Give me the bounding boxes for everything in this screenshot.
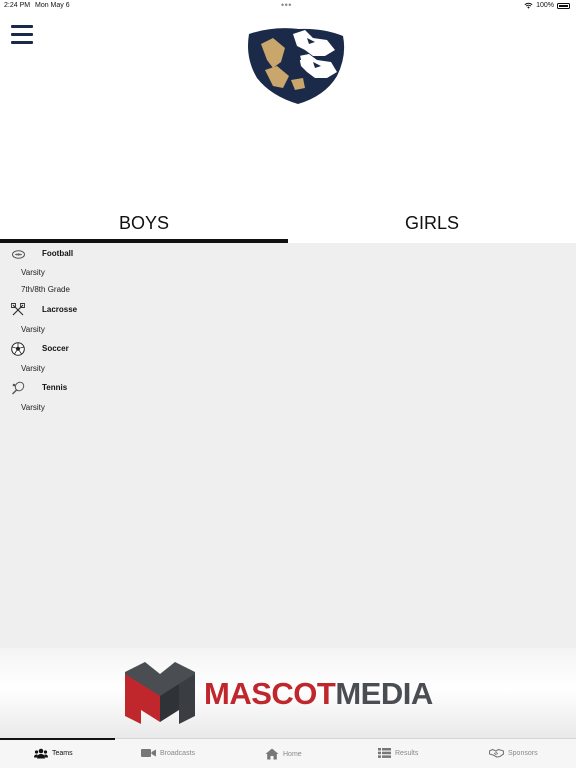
multitasking-dots[interactable]: •••	[281, 0, 292, 10]
status-right: 100%	[524, 2, 570, 9]
list-icon	[378, 748, 391, 758]
battery-icon	[557, 2, 570, 9]
sport-label: Soccer	[42, 344, 69, 353]
sport-row-lacrosse[interactable]: Lacrosse	[0, 300, 77, 320]
status-date: Mon May 6	[35, 2, 70, 9]
football-icon	[11, 247, 25, 261]
sport-label: Lacrosse	[42, 305, 78, 314]
lacrosse-icon	[11, 303, 25, 317]
team-row-football-varsity[interactable]: Varsity	[21, 268, 45, 277]
nav-sponsors[interactable]: Sponsors	[489, 748, 538, 758]
team-row-football-7th-8th[interactable]: 7th/8th Grade	[21, 285, 70, 294]
battery-percent: 100%	[536, 2, 554, 9]
wifi-icon	[524, 2, 533, 9]
team-row-lacrosse-varsity[interactable]: Varsity	[21, 325, 45, 334]
nav-home[interactable]: Home	[265, 748, 302, 760]
home-icon	[265, 748, 279, 760]
tennis-racket-icon	[11, 381, 25, 395]
nav-sponsors-label: Sponsors	[508, 749, 538, 757]
status-time: 2:24 PM	[4, 2, 31, 9]
nav-results[interactable]: Results	[378, 748, 418, 758]
nav-broadcasts-label: Broadcasts	[160, 749, 196, 757]
school-logo	[248, 28, 345, 105]
mascot-media-logo-icon	[125, 662, 195, 724]
bottom-tab-bar: Teams Broadcasts Home Results Sponsors	[0, 738, 576, 768]
sport-row-tennis[interactable]: Tennis	[0, 378, 67, 398]
tab-girls[interactable]: GIRLS	[288, 208, 576, 243]
handshake-icon	[489, 748, 504, 758]
menu-button[interactable]	[11, 25, 33, 45]
nav-home-label: Home	[283, 750, 302, 758]
sport-label: Tennis	[42, 383, 68, 392]
sport-row-soccer[interactable]: Soccer	[0, 339, 69, 359]
video-camera-icon	[141, 749, 156, 757]
tab-boys[interactable]: BOYS	[0, 208, 288, 243]
media-word: MEDIA	[335, 676, 433, 711]
sport-label: Football	[42, 249, 74, 258]
mascot-word: MASCOT	[204, 676, 336, 711]
sports-list: Football Varsity 7th/8th Grade Lacrosse …	[0, 243, 576, 648]
mascot-media-wordmark: MASCOTMEDIA	[204, 676, 433, 712]
nav-teams-label: Teams	[52, 750, 73, 757]
nav-results-label: Results	[395, 749, 419, 757]
nav-teams[interactable]: Teams	[34, 748, 73, 759]
menu-icon	[11, 25, 33, 28]
gender-tabs: BOYS GIRLS	[0, 208, 576, 243]
teams-icon	[34, 748, 48, 759]
soccer-ball-icon	[11, 342, 25, 356]
sport-row-football[interactable]: Football	[0, 244, 73, 264]
active-tab-indicator	[0, 738, 115, 740]
team-row-soccer-varsity[interactable]: Varsity	[21, 364, 45, 373]
nav-broadcasts[interactable]: Broadcasts	[141, 748, 195, 758]
team-row-tennis-varsity[interactable]: Varsity	[21, 403, 45, 412]
status-bar: 2:24 PM Mon May 6 ••• 100%	[0, 0, 576, 12]
